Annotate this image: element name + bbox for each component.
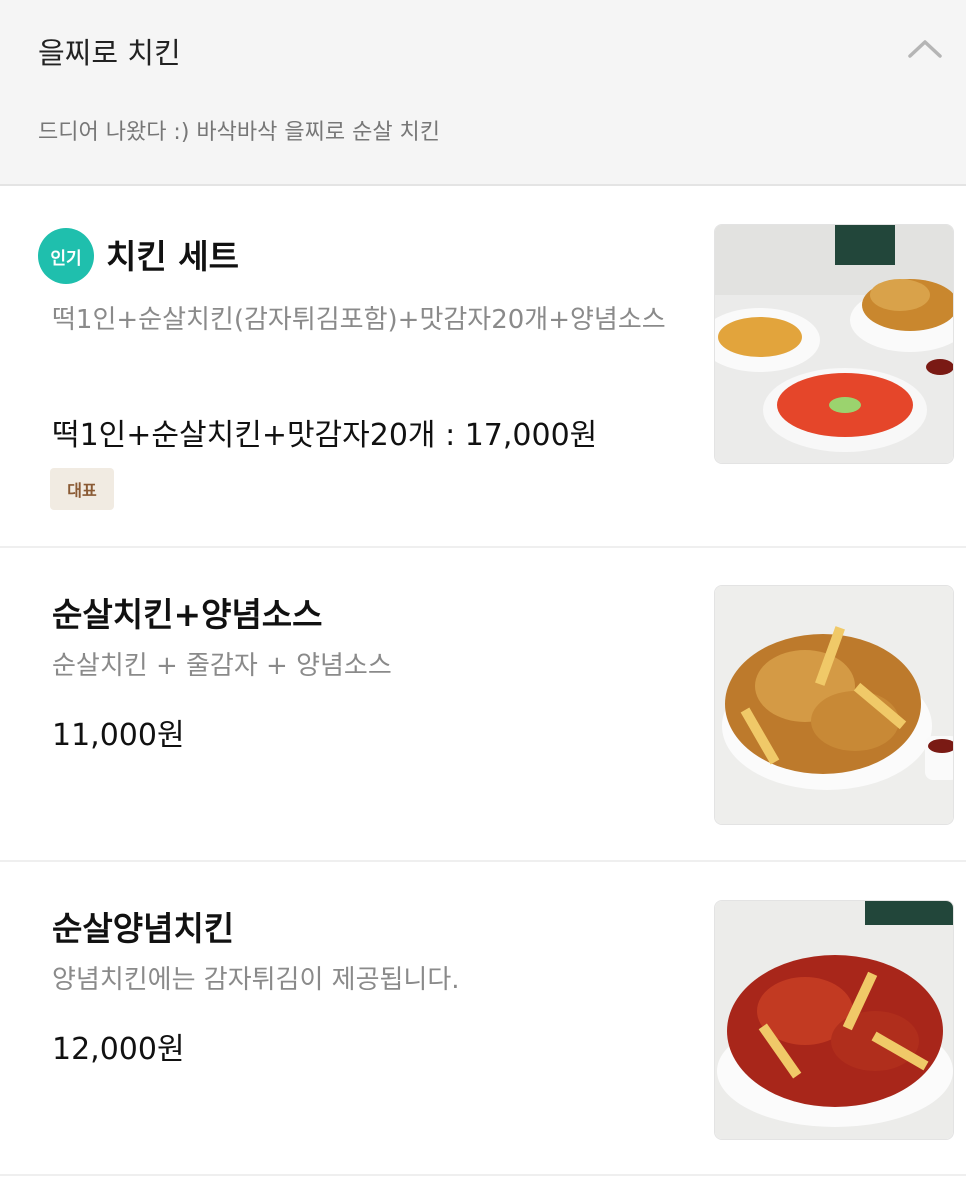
menu-item[interactable]: 순살양념치킨 양념치킨에는 감자튀김이 제공됩니다. 12,000원 — [0, 862, 966, 1176]
chicken-set-photo-icon[interactable] — [714, 224, 954, 464]
menu-item-description: 양념치킨에는 감자튀김이 제공됩니다. — [52, 965, 460, 995]
representative-tag: 대표 — [50, 468, 114, 510]
menu-item[interactable]: 순살치킨+양념소스 순살치킨 + 줄감자 + 양념소스 11,000원 — [0, 548, 966, 862]
menu-item-name: 치킨 세트 — [106, 237, 239, 276]
menu-item-description: 떡1인+순살치킨(감자튀김포함)+맛감자20개+양념소스 — [52, 305, 666, 335]
category-description: 드디어 나왔다 :) 바삭바삭 을찌로 순살 치킨 — [38, 120, 441, 145]
menu-item-name: 순살치킨+양념소스 — [52, 595, 323, 634]
menu-item[interactable]: 인기 치킨 세트 떡1인+순살치킨(감자튀김포함)+맛감자20개+양념소스 떡1… — [0, 186, 966, 548]
menu-item-price: 11,000원 — [52, 718, 185, 753]
category-header[interactable]: 을찌로 치킨 드디어 나왔다 :) 바삭바삭 을찌로 순살 치킨 — [0, 0, 966, 186]
category-title: 을찌로 치킨 — [38, 36, 181, 70]
menu-item-price: 떡1인+순살치킨+맛감자20개 : 17,000원 — [52, 418, 598, 453]
menu-item-name: 순살양념치킨 — [52, 909, 235, 948]
menu-item-price: 12,000원 — [52, 1032, 185, 1067]
chevron-up-icon[interactable] — [906, 34, 944, 64]
popular-badge: 인기 — [38, 228, 94, 284]
fried-chicken-fries-photo-icon[interactable] — [714, 585, 954, 825]
menu-item-description: 순살치킨 + 줄감자 + 양념소스 — [52, 651, 392, 681]
seasoned-chicken-photo-icon[interactable] — [714, 900, 954, 1140]
